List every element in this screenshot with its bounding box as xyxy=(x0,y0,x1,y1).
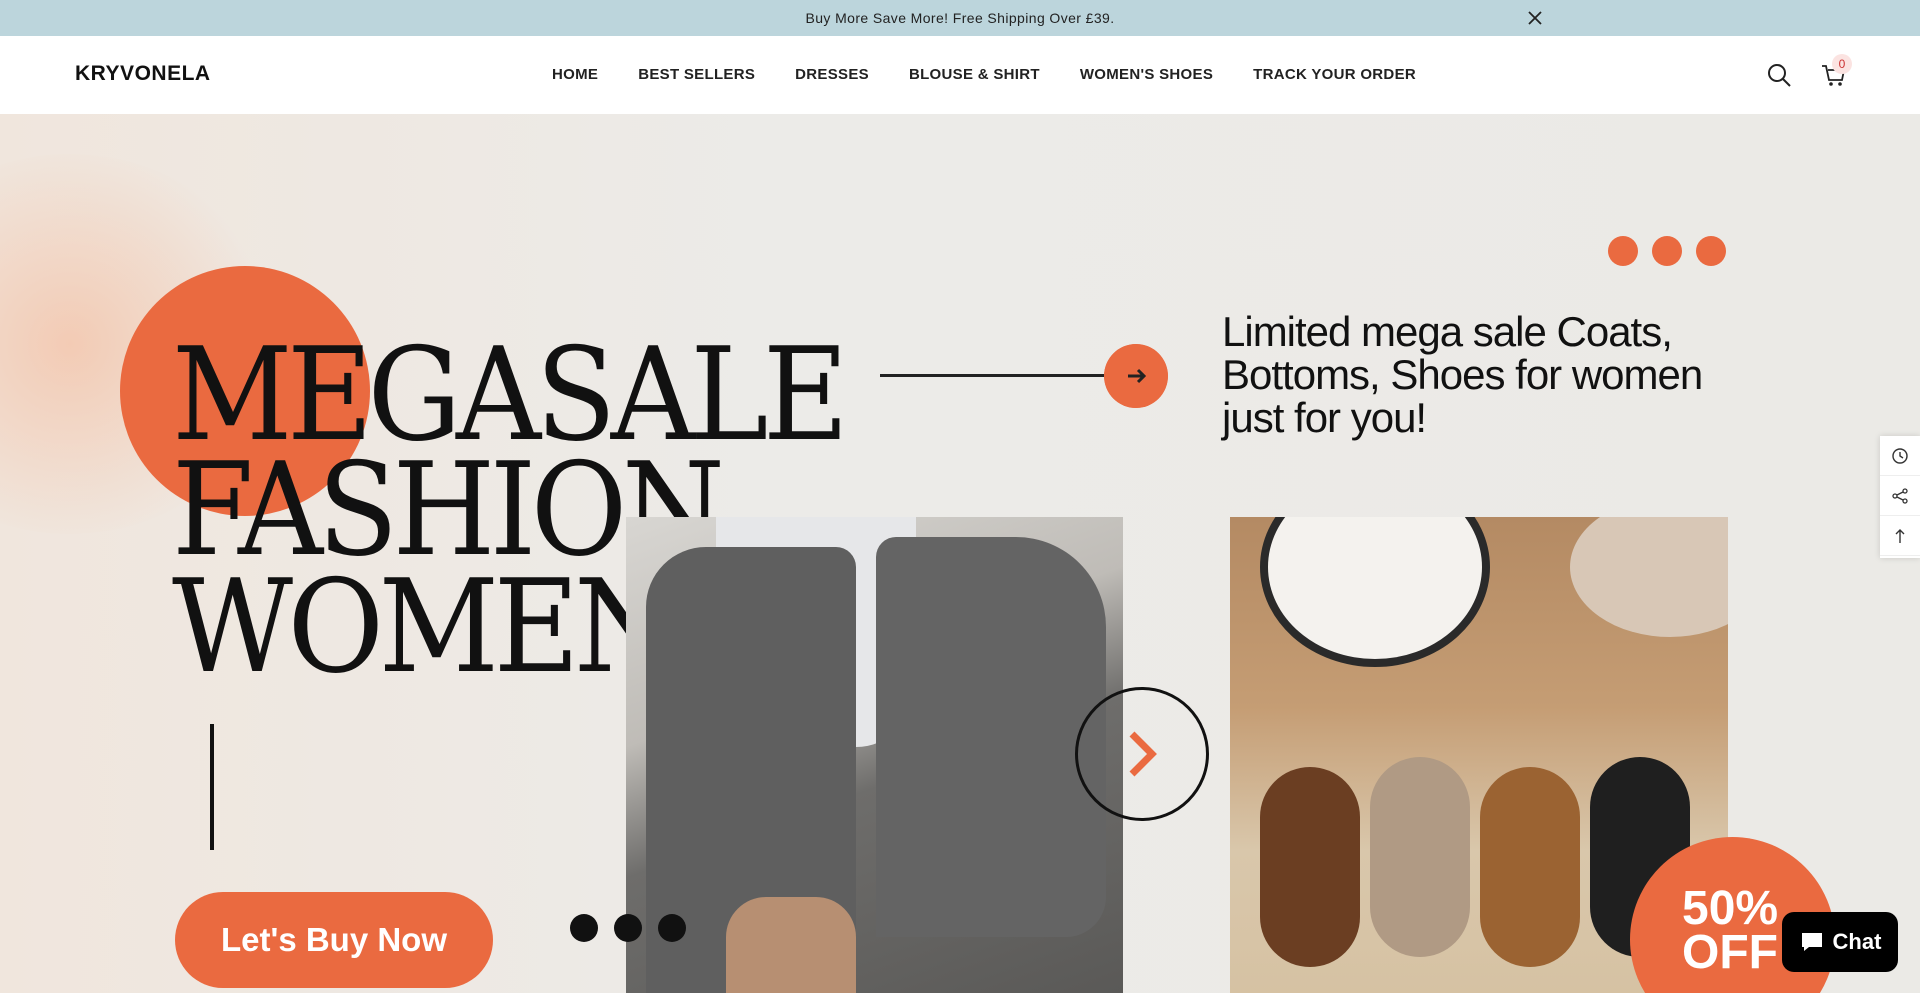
nav-item-blouse-shirt[interactable]: BLOUSE & SHIRT xyxy=(909,66,1040,83)
nav-item-home[interactable]: HOME xyxy=(552,66,598,83)
hero-banner[interactable]: MEGASALE FASHION WOMEN Let's Buy Now Lim… xyxy=(0,114,1920,993)
hero-tagline: Limited mega sale Coats, Bottoms, Shoes … xyxy=(1222,308,1703,441)
search-icon[interactable] xyxy=(1766,62,1792,88)
nav-item-womens-shoes[interactable]: WOMEN'S SHOES xyxy=(1080,66,1213,83)
slider-dot[interactable] xyxy=(570,914,598,942)
back-to-top-button[interactable] xyxy=(1880,516,1920,556)
share-button[interactable] xyxy=(1880,476,1920,516)
side-toolbar xyxy=(1880,436,1920,558)
nav-item-best-sellers[interactable]: BEST SELLERS xyxy=(638,66,755,83)
decor-divider xyxy=(210,724,214,850)
photo-handbag xyxy=(726,897,856,993)
arrow-right-icon xyxy=(1104,344,1168,408)
announcement-bar: Buy More Save More! Free Shipping Over £… xyxy=(0,0,1920,36)
photo-plate xyxy=(1260,517,1490,667)
nav-item-track-order[interactable]: TRACK YOUR ORDER xyxy=(1253,66,1416,83)
model-jacket-photo xyxy=(626,517,1123,993)
photo-fur xyxy=(1570,517,1728,637)
decor-arrow-line xyxy=(880,374,1130,377)
share-icon xyxy=(1892,487,1908,504)
close-icon[interactable] xyxy=(1524,7,1546,29)
recently-viewed-button[interactable] xyxy=(1880,436,1920,476)
photo-jacket-right xyxy=(876,537,1106,937)
slider-dots xyxy=(570,914,686,942)
headline-line-3: WOMEN xyxy=(172,553,677,702)
chat-bubble-icon xyxy=(1801,933,1822,951)
announcement-text: Buy More Save More! Free Shipping Over £… xyxy=(805,10,1115,26)
photo-shoe xyxy=(1480,767,1580,967)
slide-next-button[interactable] xyxy=(1075,687,1209,821)
site-header: KRYVONELA HOME BEST SELLERS DRESSES BLOU… xyxy=(0,36,1920,114)
main-nav: HOME BEST SELLERS DRESSES BLOUSE & SHIRT… xyxy=(552,66,1456,83)
decor-dot xyxy=(1696,236,1726,266)
arrow-up-icon xyxy=(1895,528,1905,543)
cart-count-badge: 0 xyxy=(1832,54,1852,74)
decor-dot xyxy=(1608,236,1638,266)
slider-dot[interactable] xyxy=(614,914,642,942)
decor-dots xyxy=(1608,236,1726,266)
photo-shoe xyxy=(1370,757,1470,957)
chevron-right-icon xyxy=(1129,731,1157,777)
history-icon xyxy=(1892,447,1908,464)
slider-dot[interactable] xyxy=(658,914,686,942)
buy-now-button[interactable]: Let's Buy Now xyxy=(175,892,493,988)
nav-item-dresses[interactable]: DRESSES xyxy=(795,66,869,83)
photo-shoe xyxy=(1260,767,1360,967)
chat-button[interactable]: Chat xyxy=(1782,912,1898,972)
site-logo[interactable]: KRYVONELA xyxy=(75,62,211,86)
chat-label: Chat xyxy=(1832,929,1882,954)
decor-dot xyxy=(1652,236,1682,266)
